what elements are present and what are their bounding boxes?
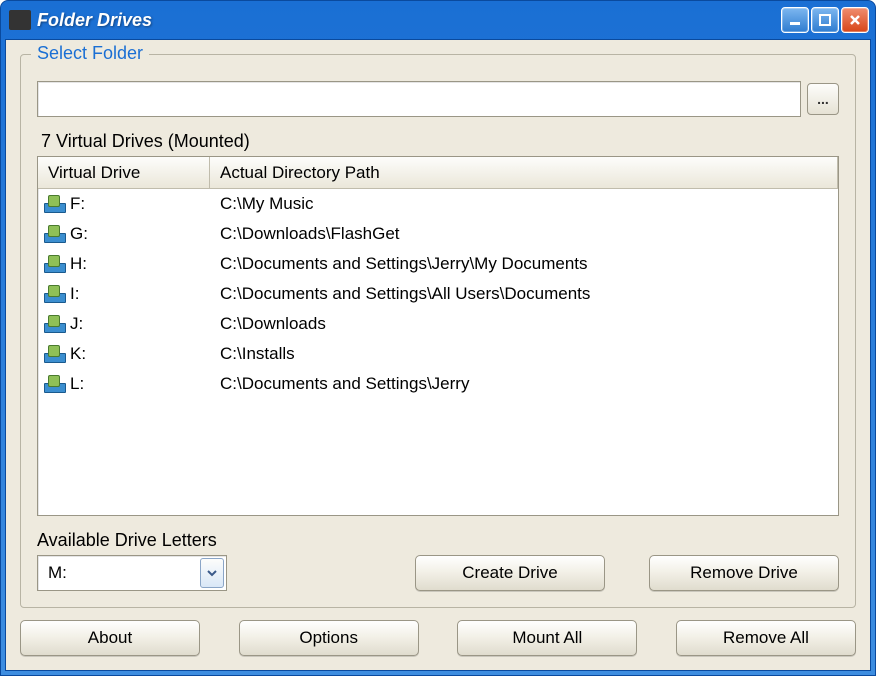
drive-letter-cell: L: [38,374,210,394]
window-title: Folder Drives [37,10,152,31]
column-header-virtual-drive[interactable]: Virtual Drive [38,157,210,189]
drive-letter-cell: F: [38,194,210,214]
drive-letter-cell: G: [38,224,210,244]
drive-letter-cell: K: [38,344,210,364]
table-row[interactable]: I: C:\Documents and Settings\All Users\Do… [38,279,838,309]
drive-path-cell: C:\Documents and Settings\All Users\Docu… [210,284,838,304]
select-folder-group: Select Folder ... 7 Virtual Drives (Moun… [20,54,856,608]
group-legend: Select Folder [31,43,149,64]
minimize-icon [788,13,802,27]
table-row[interactable]: J: C:\Downloads [38,309,838,339]
drive-letter: K: [70,344,86,364]
drives-list: Virtual Drive Actual Directory Path F: C:… [37,156,839,516]
column-header-row: Virtual Drive Actual Directory Path [38,157,838,189]
maximize-button[interactable] [811,7,839,33]
drive-letter: J: [70,314,83,334]
folder-path-input[interactable] [37,81,801,117]
combo-arrow-button[interactable] [200,558,224,588]
drive-path-cell: C:\My Music [210,194,838,214]
app-icon [9,10,31,30]
lower-panel: Available Drive Letters M: Create Drive … [37,530,839,591]
chevron-down-icon [206,567,218,579]
drive-letter-cell: J: [38,314,210,334]
create-drive-button[interactable]: Create Drive [415,555,605,591]
table-row[interactable]: K: C:\Installs [38,339,838,369]
column-header-actual-path[interactable]: Actual Directory Path [210,157,838,189]
drive-action-row: Create Drive Remove Drive [415,555,839,591]
drive-letter: L: [70,374,84,394]
about-button[interactable]: About [20,620,200,656]
drive-path-cell: C:\Documents and Settings\Jerry [210,374,838,394]
drive-letter-cell: H: [38,254,210,274]
drive-path-cell: C:\Downloads\FlashGet [210,224,838,244]
table-row[interactable]: H: C:\Documents and Settings\Jerry\My Doc… [38,249,838,279]
drive-letter: I: [70,284,79,304]
client-area: Select Folder ... 7 Virtual Drives (Moun… [5,39,871,671]
remove-all-button[interactable]: Remove All [676,620,856,656]
drives-list-body[interactable]: F: C:\My Music G: C:\Downloads\FlashGet H: C:… [38,189,838,515]
drive-icon [44,375,64,393]
drive-icon [44,255,64,273]
drive-icon [44,285,64,303]
table-row[interactable]: F: C:\My Music [38,189,838,219]
drive-letter: F: [70,194,85,214]
drives-caption: 7 Virtual Drives (Mounted) [37,129,839,156]
drive-icon [44,315,64,333]
app-window: Folder Drives Select Folder ... 7 Virtua… [0,0,876,676]
browse-button[interactable]: ... [807,83,839,115]
drive-letter: G: [70,224,88,244]
drive-letter: H: [70,254,87,274]
table-row[interactable]: L: C:\Documents and Settings\Jerry [38,369,838,399]
bottom-button-row: About Options Mount All Remove All [20,620,856,656]
drive-path-cell: C:\Documents and Settings\Jerry\My Docum… [210,254,838,274]
drive-path-cell: C:\Downloads [210,314,838,334]
mount-all-button[interactable]: Mount All [457,620,637,656]
available-drive-combobox[interactable]: M: [37,555,227,591]
combo-selected-value: M: [48,563,67,583]
close-icon [848,13,862,27]
remove-drive-button[interactable]: Remove Drive [649,555,839,591]
titlebar[interactable]: Folder Drives [1,1,875,39]
drive-icon [44,195,64,213]
minimize-button[interactable] [781,7,809,33]
options-button[interactable]: Options [239,620,419,656]
drive-icon [44,225,64,243]
available-drive-label: Available Drive Letters [37,530,227,555]
close-button[interactable] [841,7,869,33]
drive-icon [44,345,64,363]
ellipsis-icon: ... [817,91,829,107]
folder-path-row: ... [37,81,839,117]
available-drive-section: Available Drive Letters M: [37,530,227,591]
drive-path-cell: C:\Installs [210,344,838,364]
drive-letter-cell: I: [38,284,210,304]
maximize-icon [818,13,832,27]
table-row[interactable]: G: C:\Downloads\FlashGet [38,219,838,249]
